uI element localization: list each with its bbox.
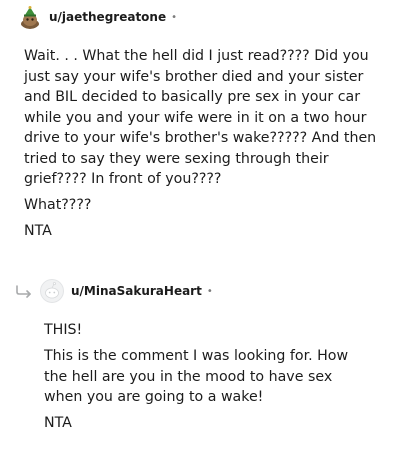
comment-paragraph: NTA — [44, 415, 72, 431]
comment-paragraph: THIS! — [44, 322, 83, 338]
separator-dot: • — [171, 11, 178, 23]
comment-paragraph: What???? — [24, 197, 92, 213]
comment: u/jaethegreatone • Wait. . . What the he… — [18, 3, 390, 239]
comment-paragraph: NTA — [24, 223, 52, 239]
comment-header: u/MinaSakuraHeart • — [14, 277, 394, 305]
default-avatar-icon[interactable] — [40, 279, 64, 303]
username-link[interactable]: u/MinaSakuraHeart — [71, 284, 202, 298]
comment-body: Wait. . . What the hell did I just read?… — [24, 46, 384, 247]
separator-dot: • — [206, 285, 213, 297]
snoo-avatar-icon[interactable] — [18, 5, 42, 29]
reply-arrow-icon — [16, 285, 31, 298]
reply-comment: u/MinaSakuraHeart • THIS! This is the co… — [14, 277, 394, 431]
comment-body: THIS! This is the comment I was looking … — [44, 320, 364, 439]
comment-thread: u/jaethegreatone • Wait. . . What the he… — [0, 0, 400, 458]
comment-paragraph: Wait. . . What the hell did I just read?… — [24, 48, 377, 187]
comment-header: u/jaethegreatone • — [18, 3, 390, 31]
comment-paragraph: This is the comment I was looking for. H… — [44, 348, 349, 405]
username-link[interactable]: u/jaethegreatone — [49, 10, 166, 24]
